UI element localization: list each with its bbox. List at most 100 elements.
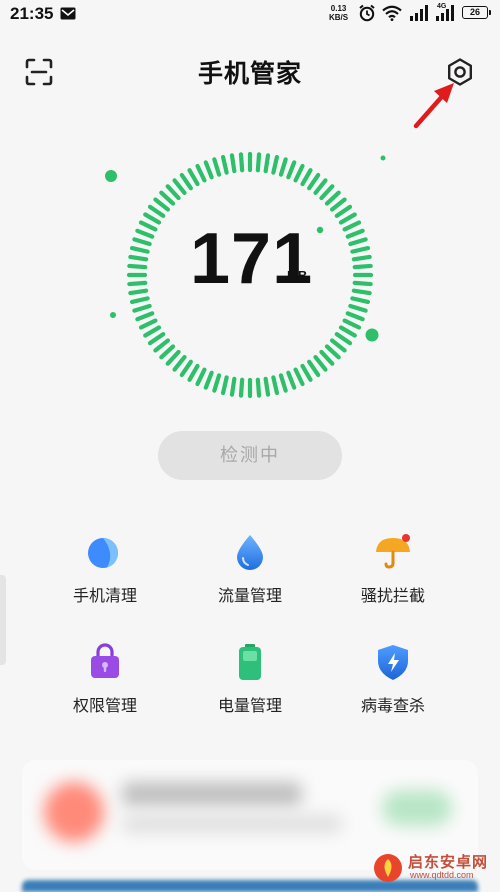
gauge-tick	[255, 377, 262, 398]
gauge-tick	[338, 325, 357, 338]
gauge-tick	[132, 237, 152, 247]
gauge-tick	[187, 363, 200, 382]
feature-label: 病毒查杀	[360, 696, 425, 715]
gauge-tick	[179, 172, 193, 191]
gauge-tick	[135, 311, 155, 322]
gauge-tick	[179, 359, 193, 378]
gauge-tick	[307, 172, 321, 191]
gauge-tick	[229, 153, 237, 174]
storage-unit: MB	[287, 268, 308, 283]
umbrella-icon	[376, 534, 410, 569]
gauge-tick	[300, 168, 313, 187]
gauge-tick	[132, 303, 152, 313]
cleanup-icon	[88, 538, 119, 568]
gauge-tick	[127, 280, 148, 287]
signal-icon	[410, 5, 428, 21]
gauge-tick	[313, 178, 328, 196]
gauge-tick	[187, 168, 200, 187]
gauge-tick	[324, 344, 341, 360]
gauge-tick	[128, 288, 149, 296]
feature-label: 权限管理	[72, 696, 137, 715]
feature-label: 手机清理	[72, 586, 137, 605]
net-speed-unit: KB/S	[329, 13, 349, 22]
gauge-tick	[255, 152, 262, 173]
gauge-tick	[293, 367, 305, 387]
gauge-tick	[195, 367, 207, 387]
gauge-tick	[345, 228, 365, 239]
gauge-tick	[342, 318, 362, 330]
gauge-tick	[334, 204, 353, 218]
feature-label: 电量管理	[217, 696, 282, 715]
watermark-name: 启东安卓网	[408, 853, 489, 871]
gauge-tick	[263, 153, 271, 174]
gauge-tick	[153, 338, 171, 353]
gauge-tick	[138, 220, 158, 232]
status-time: 21:35	[10, 4, 54, 23]
gauge-tick	[351, 254, 372, 262]
gauge-tick	[143, 212, 162, 225]
gauge-tick	[238, 377, 245, 398]
gauge-tick	[319, 184, 335, 201]
gauge-tick	[147, 204, 166, 218]
gauge-tick	[350, 296, 371, 305]
gauge-tick	[263, 376, 271, 397]
gauge-tick	[313, 354, 328, 372]
gauge-tick	[143, 325, 162, 338]
edge-drag-handle[interactable]	[0, 575, 6, 665]
water-drop-icon	[237, 535, 263, 570]
gauge-tick	[129, 245, 150, 254]
net-speed: 0.13 KB/S	[329, 4, 348, 22]
gauge-tick	[195, 163, 207, 183]
gauge-tick	[271, 154, 280, 175]
card-action-button	[382, 790, 452, 826]
card-subtitle-blur	[122, 816, 342, 832]
gauge-tick	[172, 354, 187, 372]
gauge-tick	[159, 190, 176, 206]
feature-label: 流量管理	[217, 586, 282, 605]
gauge-tick	[203, 370, 214, 390]
detect-button[interactable]: 检测中	[158, 431, 342, 480]
gauge-tick	[338, 212, 357, 225]
gauge-tick	[220, 375, 229, 396]
card-title-blur	[122, 782, 302, 806]
gauge-tick	[342, 220, 362, 232]
gauge-tick	[127, 263, 148, 270]
gauge-tick	[220, 154, 229, 175]
wifi-icon	[382, 5, 402, 21]
battery-icon: 26	[462, 6, 491, 19]
gauge-tick	[352, 263, 373, 270]
gauge-tick	[278, 373, 288, 393]
gauge-tick	[212, 157, 222, 177]
gauge-tick	[278, 157, 288, 177]
gauge-tick	[129, 296, 150, 305]
gauge-tick	[300, 363, 313, 382]
message-icon	[60, 7, 76, 20]
shield-icon	[378, 645, 408, 680]
gauge-tick	[352, 280, 373, 287]
gauge-tick	[345, 311, 365, 322]
gauge-tick	[128, 254, 149, 262]
gauge-tick	[165, 184, 181, 201]
gauge-tick	[348, 237, 368, 247]
feature-data-management[interactable]: 流量管理	[185, 532, 315, 622]
feature-phone-cleanup[interactable]: 手机清理	[40, 532, 170, 622]
gauge-tick	[271, 375, 280, 396]
gauge-tick	[286, 370, 297, 390]
red-arrow-annotation	[413, 83, 454, 129]
feature-permission-management[interactable]: 权限管理	[40, 642, 170, 732]
watermark-url: www.qdtdd.com	[410, 870, 474, 880]
storage-value: 171	[190, 219, 314, 299]
feature-battery-management[interactable]: 电量管理	[185, 642, 315, 732]
gauge-tick	[135, 228, 155, 239]
alarm-icon	[359, 4, 375, 22]
gauge-tick	[165, 349, 181, 366]
net-speed-value: 0.13	[330, 4, 347, 13]
gauge-tick	[238, 152, 245, 173]
feature-virus-scan[interactable]: 病毒查杀	[328, 642, 458, 732]
gauge-tick	[329, 197, 347, 212]
gauge-tick	[350, 245, 371, 254]
lock-bag-icon	[91, 643, 119, 678]
gauge-tick	[159, 344, 176, 360]
gauge-tick	[147, 332, 166, 346]
feature-spam-block[interactable]: 骚扰拦截	[328, 532, 458, 622]
